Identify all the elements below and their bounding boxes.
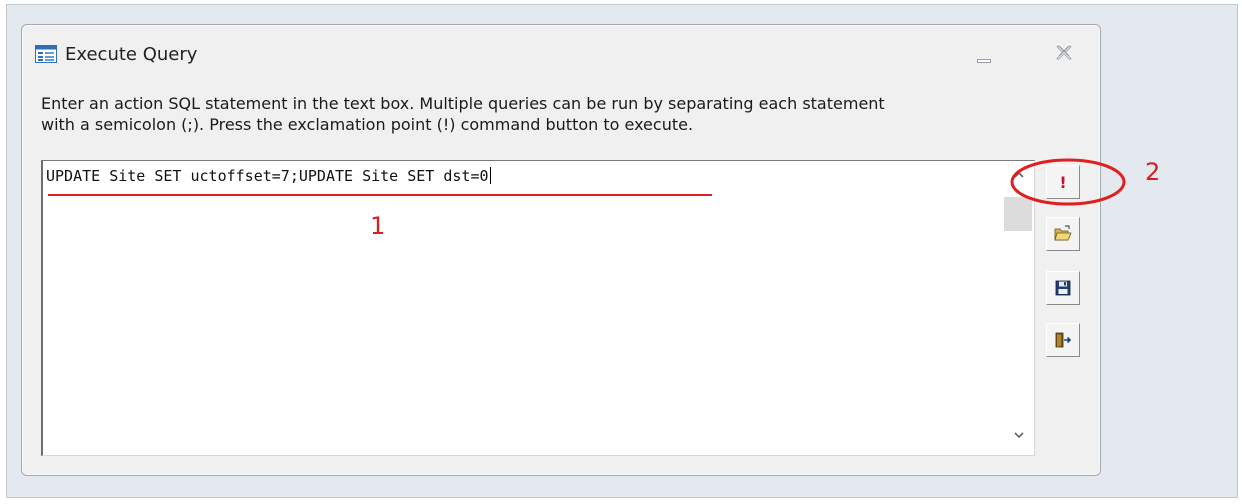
annotation-underline	[48, 194, 712, 196]
instructions-line-1: Enter an action SQL statement in the tex…	[41, 94, 885, 113]
text-caret	[489, 167, 491, 184]
save-query-button[interactable]	[1046, 271, 1080, 305]
minimize-button[interactable]	[967, 43, 1007, 71]
save-disk-icon	[1055, 280, 1071, 296]
open-query-button[interactable]	[1046, 217, 1080, 251]
sql-statement-value: UPDATE Site SET uctoffset=7;UPDATE Site …	[46, 167, 489, 185]
open-folder-icon	[1054, 225, 1072, 241]
sql-statement-textbox[interactable]: UPDATE Site SET uctoffset=7;UPDATE Site …	[41, 160, 1035, 456]
close-icon	[1056, 43, 1072, 61]
window-title: Execute Query	[65, 44, 198, 65]
minimize-icon	[977, 59, 991, 63]
annotation-label-1: 1	[370, 212, 386, 240]
sql-statement-input[interactable]: UPDATE Site SET uctoffset=7;UPDATE Site …	[46, 165, 986, 187]
scroll-down-arrow-icon[interactable]	[1011, 427, 1027, 443]
close-form-button[interactable]	[1046, 323, 1080, 357]
exit-door-icon	[1055, 332, 1072, 348]
form-icon	[35, 45, 57, 63]
instructions-line-2: with a semicolon (;). Press the exclamat…	[41, 115, 694, 134]
execute-query-dialog: Execute Query Enter an action SQL statem…	[21, 24, 1101, 476]
annotation-label-2: 2	[1145, 158, 1161, 186]
annotation-ellipse	[1010, 158, 1126, 206]
title-bar: Execute Query	[22, 25, 1100, 67]
close-button[interactable]	[1044, 39, 1084, 67]
instructions-text: Enter an action SQL statement in the tex…	[41, 93, 1091, 135]
